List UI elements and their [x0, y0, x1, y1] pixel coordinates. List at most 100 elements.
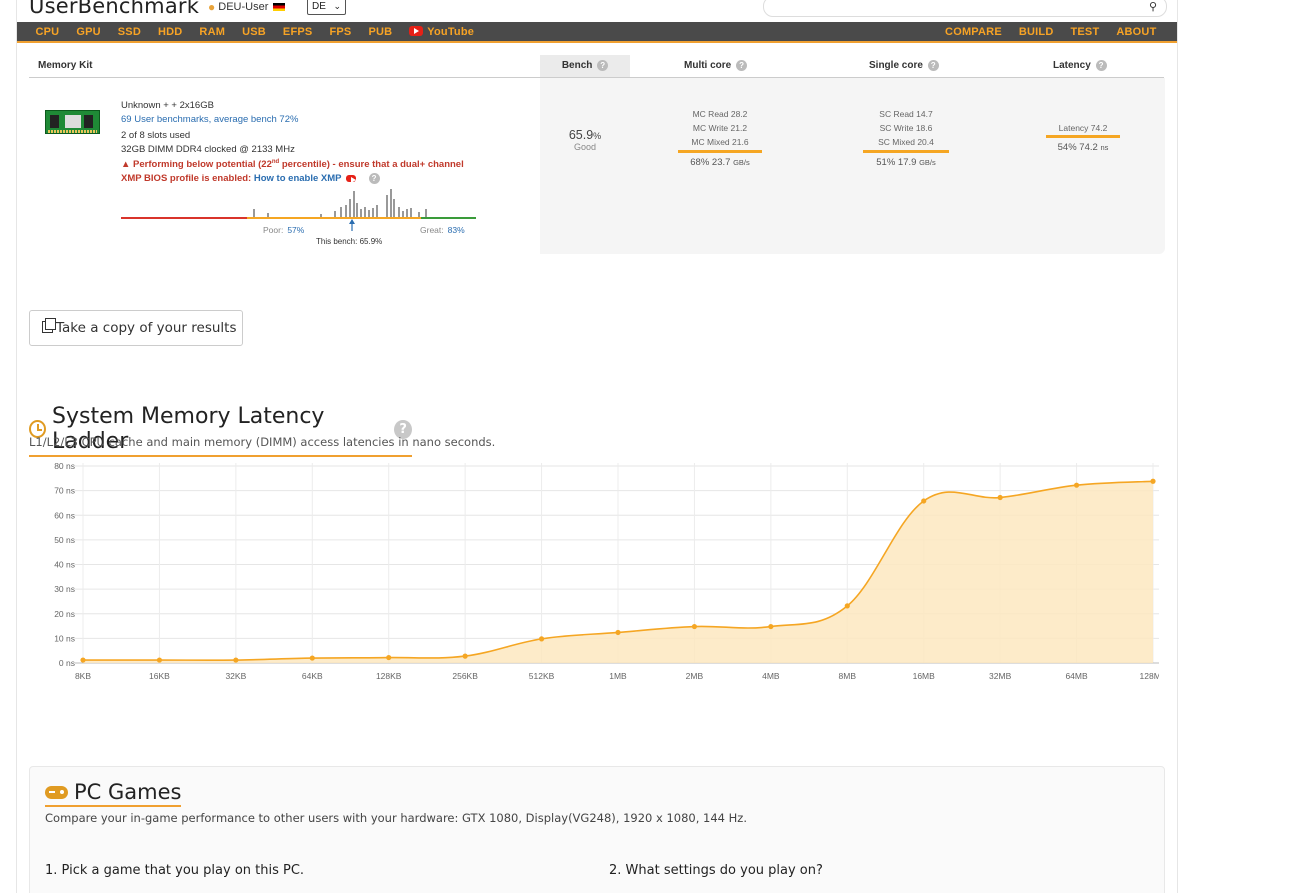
language-value: DE — [312, 1, 326, 12]
sc-read: SC Read 14.7 — [879, 109, 933, 119]
youtube-icon[interactable] — [345, 174, 356, 183]
x-tick-label: 128MB — [1140, 671, 1159, 681]
search-icon[interactable]: ⚲ — [1149, 0, 1157, 13]
nav-ram[interactable]: RAM — [191, 26, 234, 38]
copy-results-button[interactable]: Take a copy of your results — [29, 310, 243, 346]
nav-youtube[interactable]: YouTube — [401, 25, 483, 38]
data-point-64KB — [309, 655, 315, 661]
data-point-128KB — [386, 654, 392, 661]
help-icon[interactable]: ? — [597, 60, 609, 71]
bench-value: 65.9 — [568, 128, 594, 142]
pc-games-title-text: PC Games — [74, 780, 182, 804]
mc-result: 68% 23.7 GB/s — [690, 157, 750, 168]
bench-unit: % — [593, 131, 602, 141]
data-point-512KB — [538, 636, 545, 642]
help-icon[interactable]: ? — [736, 60, 748, 71]
data-point-8KB — [80, 657, 86, 663]
sc-write: SC Write 18.6 — [879, 123, 933, 133]
x-tick-label: 16MB — [913, 671, 936, 681]
x-tick-label: 32KB — [225, 671, 246, 681]
latency-chart: 0 ns 10 ns 20 ns 30 ns 40 ns 50 ns 60 ns 70 ns 8… — [54, 461, 1159, 681]
single-core-metrics: SC Read 14.7 SC Write 18.6 SC Mixed 20.4… — [856, 107, 956, 170]
x-tick-label: 64KB — [302, 671, 323, 681]
nav-efps[interactable]: EFPS — [274, 26, 321, 38]
nav-build[interactable]: BUILD — [1010, 26, 1062, 38]
data-point-1MB — [615, 629, 621, 636]
poor-label: Poor: 57% — [263, 225, 305, 235]
nav-hdd[interactable]: HDD — [149, 26, 190, 38]
search-input[interactable]: ⚲ — [763, 0, 1167, 17]
nav-youtube-label: YouTube — [427, 25, 475, 38]
results-panel — [540, 78, 1165, 254]
help-icon[interactable]: ? — [927, 60, 939, 71]
gamepad-icon — [45, 785, 68, 799]
y-tick-label: 80 ns — [54, 461, 75, 471]
kit-slots: 2 of 8 slots used — [121, 130, 191, 141]
ram-module-image — [45, 110, 100, 134]
latency-metrics: Latency 74.2 54% 74.2 ns — [1033, 121, 1133, 155]
user-menu[interactable]: ● DEU-User — [208, 0, 286, 14]
x-tick-label: 256KB — [452, 671, 478, 681]
x-tick-label: 8MB — [839, 671, 857, 681]
x-tick-label: 32MB — [989, 671, 1012, 681]
german-flag-icon — [273, 3, 286, 11]
youtube-icon — [409, 25, 424, 36]
y-tick-label: 50 ns — [54, 535, 75, 545]
sc-result: 51% 17.9 GB/s — [876, 157, 936, 168]
kit-info: Unknown + + 2x16GB 69 User benchmarks, a… — [121, 99, 466, 185]
y-tick-label: 40 ns — [54, 560, 75, 570]
bench-score: 65.9% Good — [555, 128, 615, 152]
x-tick-label: 16KB — [149, 671, 170, 681]
user-icon: ● — [208, 0, 216, 14]
x-tick-label: 64MB — [1065, 671, 1088, 681]
pc-games-subtitle: Compare your in-game performance to othe… — [45, 811, 747, 825]
col-single-core[interactable]: Single core ? — [869, 55, 939, 77]
language-select[interactable]: DE ⌄ — [307, 0, 346, 15]
nav-compare[interactable]: COMPARE — [937, 26, 1011, 38]
how-to-enable-xmp-link[interactable]: How to enable XMP — [254, 173, 341, 184]
data-point-2MB — [691, 623, 698, 630]
user-name: DEU-User — [218, 1, 269, 13]
warning-text-1: Performing below potential (22 — [133, 159, 272, 171]
help-icon[interactable]: ? — [1095, 60, 1107, 71]
results-table-header: Memory Kit Bench ? Multi core ? Single c… — [29, 55, 1164, 78]
mc-bar — [678, 150, 762, 153]
col-latency[interactable]: Latency ? — [1053, 55, 1107, 77]
latency-line: Latency 74.2 — [1058, 123, 1108, 133]
site-logo[interactable]: UserBenchmark — [29, 0, 199, 18]
col-bench-label: Bench — [561, 60, 593, 71]
latency-section-subtitle: L1/L2/L3 CPU cache and main memory (DIMM… — [29, 435, 496, 449]
nav-pub[interactable]: PUB — [360, 26, 401, 38]
col-bench[interactable]: Bench ? — [540, 55, 630, 77]
x-tick-label: 128KB — [376, 671, 402, 681]
y-tick-label: 0 ns — [59, 658, 75, 668]
kit-config: 32GB DIMM DDR4 clocked @ 2133 MHz — [121, 143, 295, 155]
mc-write: MC Write 21.2 — [692, 123, 748, 133]
x-tick-label: 1MB — [609, 671, 627, 681]
data-point-128MB — [1150, 478, 1156, 484]
nav-about[interactable]: ABOUT — [1108, 26, 1165, 38]
chevron-down-icon: ⌄ — [333, 1, 341, 11]
col-latency-label: Latency — [1053, 60, 1091, 71]
kit-benchmarks-link[interactable]: 69 User benchmarks, average bench 72% — [121, 113, 466, 127]
nav-right: COMPARE BUILD TEST ABOUT — [937, 22, 1177, 41]
sc-mixed: SC Mixed 20.4 — [878, 137, 934, 147]
nav-fps[interactable]: FPS — [321, 26, 360, 38]
nav-usb[interactable]: USB — [234, 26, 275, 38]
nav-cpu[interactable]: CPU — [27, 26, 68, 38]
data-point-256KB — [462, 653, 468, 659]
nav-test[interactable]: TEST — [1062, 26, 1108, 38]
xmp-warning: ▲ Performing below potential (22nd perce… — [121, 156, 466, 185]
sc-bar — [863, 150, 949, 153]
help-icon[interactable]: ? — [368, 172, 380, 184]
data-point-64MB — [1073, 482, 1080, 488]
y-tick-label: 70 ns — [54, 486, 75, 496]
warning-icon: ▲ — [121, 159, 131, 171]
data-point-16KB — [156, 657, 163, 663]
nav-gpu[interactable]: GPU — [68, 26, 109, 38]
pc-games-panel: PC Games Compare your in-game performanc… — [29, 766, 1165, 893]
col-multi-core[interactable]: Multi core ? — [684, 55, 748, 77]
kit-name: Unknown + + 2x16GB — [121, 100, 214, 111]
nav-ssd[interactable]: SSD — [109, 26, 149, 38]
col-multi-core-label: Multi core — [684, 60, 732, 71]
